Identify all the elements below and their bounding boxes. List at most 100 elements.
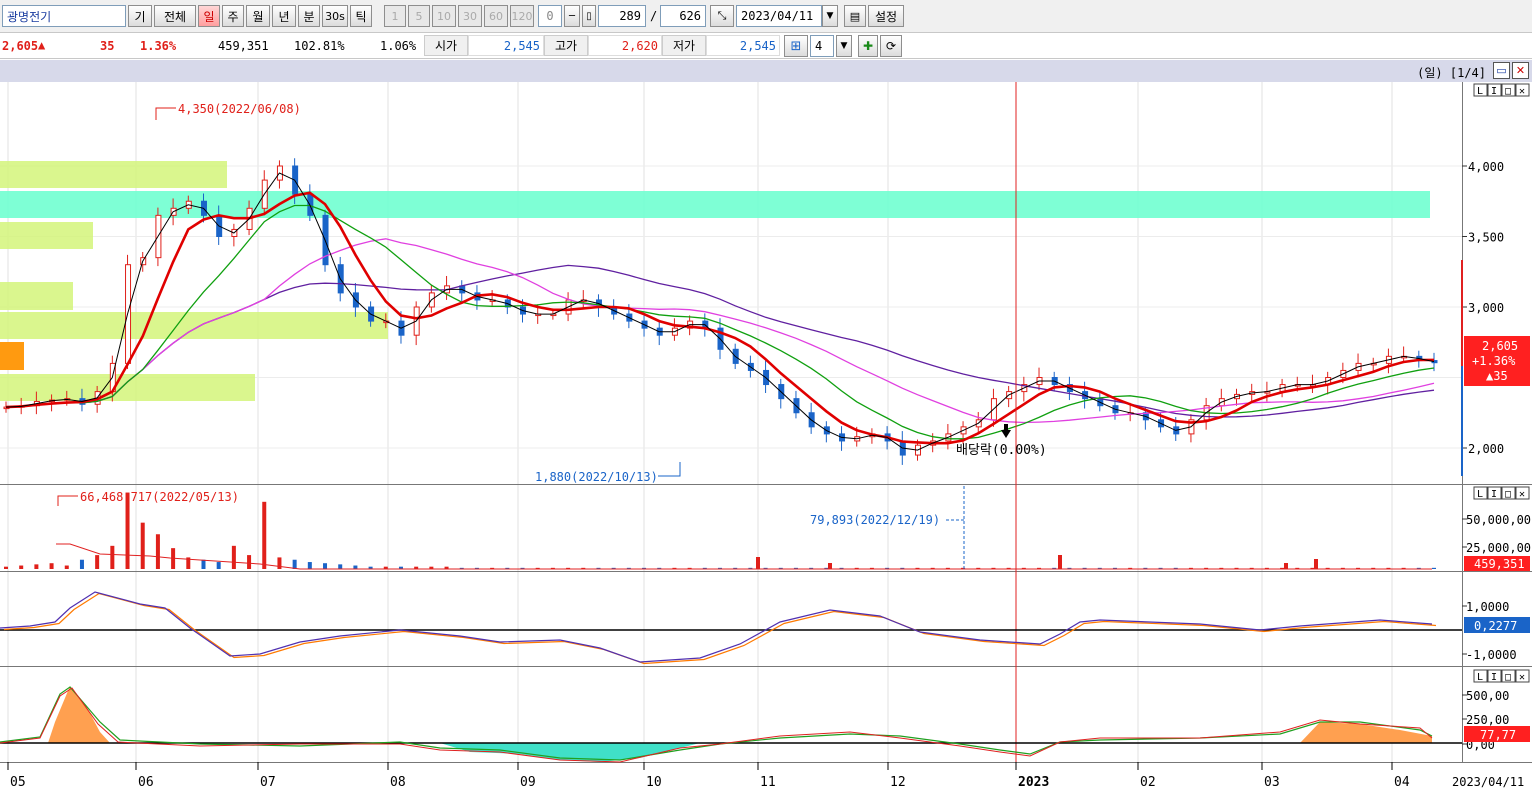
panel-control-glyph: L	[1477, 489, 1483, 500]
macd-tag-value: 0,2277	[1474, 619, 1517, 633]
panel-control-glyph: □	[1505, 672, 1511, 683]
volume-high-annotation: 66,468,717(2022/05/13)	[80, 490, 239, 504]
panel-control-glyph: ✕	[1519, 86, 1525, 97]
period-minute-button[interactable]: 분	[298, 5, 320, 27]
period-year-button[interactable]: 년	[272, 5, 296, 27]
chart-area[interactable]: 4,000 3,500 3,000 2,000 4,350(2022/06/08) 1,8…	[0, 82, 1532, 792]
volume-low-annotation: 79,893(2022/12/19)	[810, 513, 940, 527]
volume-bar	[247, 555, 252, 569]
volume-bar	[34, 564, 39, 569]
macd-axis-label: -1,0000	[1466, 648, 1517, 662]
volume-spike	[1284, 563, 1288, 569]
close-icon[interactable]: ✕	[1512, 62, 1529, 79]
panel-control-glyph: I	[1491, 489, 1497, 500]
add-icon[interactable]: ✚	[858, 35, 878, 57]
min-120-button[interactable]: 120	[510, 5, 534, 27]
main-toolbar: 광명전기 기 전체 일 주 월 년 분 30s 틱 1 5 10 30 60 1…	[0, 0, 1532, 33]
min-5-button[interactable]: 5	[408, 5, 430, 27]
panel-control-glyph: I	[1491, 86, 1497, 97]
page-current-field[interactable]: 289	[598, 5, 646, 27]
volume-bar	[201, 559, 206, 569]
low-value: 2,545	[706, 35, 780, 56]
page-total-field[interactable]: 626	[660, 5, 706, 27]
high-value: 2,620	[588, 35, 662, 56]
zone-green	[0, 222, 93, 249]
date-field[interactable]: 2023/04/11	[736, 5, 822, 27]
zone-green	[0, 312, 388, 339]
volume-bar	[49, 563, 54, 569]
stock-chart[interactable]: 4,000 3,500 3,000 2,000 4,350(2022/06/08) 1,8…	[0, 82, 1532, 792]
min-1-button[interactable]: 1	[384, 5, 406, 27]
stock-name-field[interactable]: 광명전기	[2, 5, 126, 27]
spin-up-icon[interactable]: ▯	[582, 5, 596, 27]
x-axis-label: 05	[10, 775, 26, 790]
maximize-icon[interactable]: ▭	[1493, 62, 1510, 79]
volume-bar	[19, 565, 24, 569]
date-dropdown-icon[interactable]: ▼	[822, 5, 838, 27]
price-tag-value: 2,605	[1482, 339, 1518, 353]
dividend-annotation: 배당락(0.00%)	[956, 443, 1047, 458]
min-60-button[interactable]: 60	[484, 5, 508, 27]
x-axis-label: 09	[520, 775, 536, 790]
osc-axis-label: 250,00	[1466, 713, 1509, 727]
zoom-icon[interactable]: ⤡	[710, 5, 734, 27]
volume-spike	[1058, 555, 1062, 569]
volume-bar	[79, 559, 84, 569]
period-tick-button[interactable]: 틱	[350, 5, 372, 27]
volume-bar	[125, 492, 130, 569]
x-axis-label: 03	[1264, 775, 1280, 790]
x-axis-end-label: 2023/04/11	[1452, 775, 1524, 789]
volume-bar	[64, 565, 69, 569]
macd-axis-label: 1,0000	[1466, 600, 1509, 614]
volume-bar	[140, 522, 145, 569]
volume-spike	[828, 563, 832, 569]
osc-axis-label: 500,00	[1466, 689, 1509, 703]
volume-bar	[338, 564, 343, 569]
spin-icon[interactable]: ─	[564, 5, 580, 27]
period-30s-button[interactable]: 30s	[322, 5, 348, 27]
layout-dropdown-icon[interactable]: ▼	[836, 35, 852, 57]
ki-button[interactable]: 기	[128, 5, 152, 27]
volume-bar	[262, 501, 267, 569]
current-price: 2,605	[2, 39, 39, 53]
osc-tag-value: 77,77	[1480, 728, 1516, 742]
volume-bar	[110, 545, 115, 569]
volume-bar	[277, 557, 282, 569]
low-annotation: 1,880(2022/10/13)	[535, 470, 658, 484]
panel-control-glyph: □	[1505, 86, 1511, 97]
panel-control-glyph: I	[1491, 672, 1497, 683]
settings-button[interactable]: 설정	[868, 5, 904, 27]
all-button[interactable]: 전체	[154, 5, 196, 27]
open-label: 시가	[424, 35, 468, 56]
x-axis-label: 07	[260, 775, 276, 790]
turnover-rate: 1.06%	[380, 39, 417, 53]
volume-bar	[292, 559, 297, 569]
min-30-button[interactable]: 30	[458, 5, 482, 27]
price-change: 35	[100, 39, 115, 53]
save-icon[interactable]: ▤	[844, 5, 866, 27]
period-week-button[interactable]: 주	[222, 5, 244, 27]
zone-green	[0, 282, 73, 310]
volume-ratio: 102.81%	[294, 39, 345, 53]
period-month-button[interactable]: 월	[246, 5, 270, 27]
count-field[interactable]: 0	[538, 5, 562, 27]
quote-bar: 2,605 ▲ 35 1.36% 459,351 102.81% 1.06% 시…	[0, 33, 1532, 59]
layout-count-field[interactable]: 4	[810, 35, 834, 57]
min-10-button[interactable]: 10	[432, 5, 456, 27]
volume-tag-value: 459,351	[1474, 557, 1525, 571]
refresh-icon[interactable]: ⟳	[880, 35, 902, 57]
x-axis-label: 11	[760, 775, 776, 790]
volume-value: 459,351	[218, 39, 269, 53]
price-axis-label: 4,000	[1468, 160, 1504, 174]
period-info: (일) [1/4]	[1417, 66, 1486, 80]
volume-bar	[1432, 567, 1436, 569]
price-axis-label: 3,500	[1468, 231, 1504, 245]
volume-bar	[307, 562, 312, 569]
grid-layout-icon[interactable]: ⊞	[784, 35, 808, 57]
period-day-button[interactable]: 일	[198, 5, 220, 27]
zone-green	[0, 161, 227, 188]
volume-bar	[95, 555, 100, 569]
chart-title-bar: (일) [1/4] ▭ ✕	[0, 60, 1532, 82]
volume-spike	[756, 557, 760, 569]
up-arrow-icon: ▲	[38, 38, 46, 52]
